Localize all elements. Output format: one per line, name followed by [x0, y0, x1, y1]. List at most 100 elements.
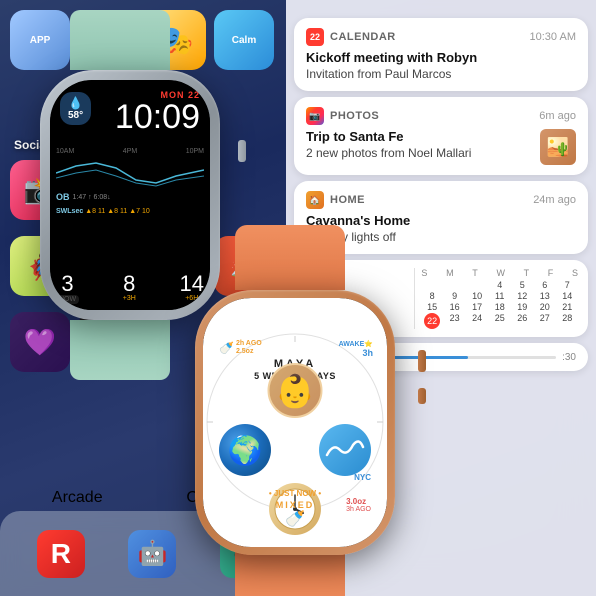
forecast-num-1: 8 — [123, 273, 135, 295]
watch-band-top-left — [70, 10, 170, 70]
cal-cell: 5 — [511, 280, 533, 290]
cal-day-m: M — [446, 268, 454, 278]
cal-cell: 21 — [556, 302, 578, 312]
calendar-notification[interactable]: 22 CALENDAR 10:30 AM Kickoff meeting wit… — [294, 18, 588, 91]
watch-crown-right — [418, 350, 426, 372]
cal-cell: 26 — [511, 313, 533, 329]
watch-time-labels: 10AM 4PM 10PM — [56, 148, 204, 155]
bottle-icon: 🍼 — [219, 341, 234, 355]
cal-cell: 8 — [421, 291, 443, 301]
dock-app-r[interactable]: R — [37, 530, 85, 578]
dock-app-robot[interactable]: 🤖 — [128, 530, 176, 578]
cal-cell: 28 — [556, 313, 578, 329]
cal-cell: 4 — [489, 280, 511, 290]
photos-app-name: PHOTOS — [330, 110, 533, 122]
photos-content: 🏜️ Trip to Santa Fe 2 new photos from No… — [306, 129, 576, 165]
wave-chart — [56, 158, 204, 188]
cal-cell: 9 — [444, 291, 466, 301]
home-title: Cavanna's Home — [306, 213, 576, 228]
baby-photo: 👶 — [268, 363, 323, 418]
forecast-now: 3 NOW — [56, 273, 79, 304]
forecast-label-0: NOW — [56, 295, 79, 304]
wave-icon — [325, 435, 365, 465]
cal-cell: 7 — [556, 280, 578, 290]
home-app-icon: 🏠 — [306, 191, 324, 209]
baby-face-icon: 👶 — [275, 372, 315, 410]
photos-app-icon: 📷 — [306, 107, 324, 125]
cal-cell: 16 — [444, 302, 466, 312]
cal-cell: 25 — [489, 313, 511, 329]
forecast-label-1: +3H — [123, 295, 136, 302]
home-time: 24m ago — [533, 194, 576, 206]
awake-label: AWAKE⭐ — [339, 340, 373, 348]
watch-screen-right: 🍼 2h AGO 2.5oz AWAKE⭐ 3h — [203, 298, 387, 547]
watch-temp: 💧 58° — [60, 92, 91, 125]
watch-crown-left — [238, 140, 246, 162]
cal-grid: 4 5 6 7 8 9 10 11 12 13 14 15 16 17 18 1… — [421, 280, 578, 329]
cal-day-t2: T — [524, 268, 530, 278]
cal-cell: 24 — [466, 313, 488, 329]
calendar-body: Invitation from Paul Marcos — [306, 67, 576, 81]
swl-row: SWLsec ▲8 11 ▲8 11 ▲7 10 — [56, 208, 204, 215]
ob-times: 1:47 ↑ 6:08↓ — [73, 194, 111, 201]
watch-day-date: MON 22 10:09 — [115, 90, 200, 134]
cal-cell: 18 — [489, 302, 511, 312]
cal-day-t1: T — [472, 268, 478, 278]
cal-day-f: F — [548, 268, 554, 278]
cal-day-s1: S — [421, 268, 427, 278]
watch-face-right: 🍼 2h AGO 2.5oz AWAKE⭐ 3h — [203, 298, 387, 547]
photos-notif-header: 📷 PHOTOS 6m ago — [306, 107, 576, 125]
cal-cell: 11 — [489, 291, 511, 301]
watch-time: 10:09 — [115, 100, 200, 134]
calendar-title: Kickoff meeting with Robyn — [306, 50, 576, 65]
cal-cell: 19 — [511, 302, 533, 312]
cal-cell — [444, 280, 466, 290]
watch-right: 🍼 2h AGO 2.5oz AWAKE⭐ 3h — [180, 270, 420, 570]
oz-info: 3.0oz 3h AGO — [346, 497, 371, 513]
watch-button-right — [418, 388, 426, 404]
calendar-notif-header: 22 CALENDAR 10:30 AM — [306, 28, 576, 46]
cal-day-w: W — [496, 268, 505, 278]
arcade-label: Arcade — [52, 489, 103, 507]
watch-band-bottom-right — [235, 550, 345, 596]
calendar-time: 10:30 AM — [530, 31, 576, 43]
cal-cell: 12 — [511, 291, 533, 301]
oz-ago: 3h AGO — [346, 506, 371, 513]
photos-title: Trip to Santa Fe — [306, 129, 576, 144]
forecast-num-0: 3 — [61, 273, 73, 295]
cal-header: S M T W T F S — [421, 268, 578, 278]
cal-cell — [466, 280, 488, 290]
bottom-notif-time: :30 — [562, 352, 576, 363]
mini-calendar: S M T W T F S 4 5 6 7 8 9 — [421, 268, 578, 329]
earth-complication[interactable]: 🌍 — [219, 424, 271, 476]
home-body: Hallway lights off — [306, 230, 576, 244]
calendar-app-icon: 22 — [306, 28, 324, 46]
swl-label: SWLsec — [56, 208, 83, 215]
cal-cell: 17 — [466, 302, 488, 312]
cal-day-s2: S — [572, 268, 578, 278]
cal-cell: 13 — [534, 291, 556, 301]
cal-cell: 14 — [556, 291, 578, 301]
earth-icon: 🌍 — [228, 434, 263, 467]
cal-cell: 20 — [534, 302, 556, 312]
photos-time: 6m ago — [539, 110, 576, 122]
temp-value: 58° — [68, 110, 83, 121]
swl-values: ▲8 11 ▲8 11 ▲7 10 — [85, 208, 150, 215]
calendar-app-name: CALENDAR — [330, 31, 524, 43]
cal-cell: 27 — [534, 313, 556, 329]
photos-thumbnail: 🏜️ — [540, 129, 576, 165]
cal-cell: 23 — [444, 313, 466, 329]
photos-notification[interactable]: 📷 PHOTOS 6m ago 🏜️ Trip to Santa Fe 2 ne… — [294, 97, 588, 175]
cal-today: 22 — [424, 313, 440, 329]
photos-body: 2 new photos from Noel Mallari — [306, 146, 576, 160]
home-app-name: HOME — [330, 194, 527, 206]
diaper-emoji: 🍼 — [285, 511, 305, 528]
cal-cell: 6 — [534, 280, 556, 290]
bottle-ago: 2h AGO — [236, 340, 262, 348]
cal-cell: 10 — [466, 291, 488, 301]
cal-cell — [421, 280, 443, 290]
oz-amount: 3.0oz — [346, 497, 371, 506]
ob-label: OB — [56, 192, 70, 202]
watch-band-bottom-left — [70, 320, 170, 380]
watch-band-top-right — [235, 225, 345, 290]
